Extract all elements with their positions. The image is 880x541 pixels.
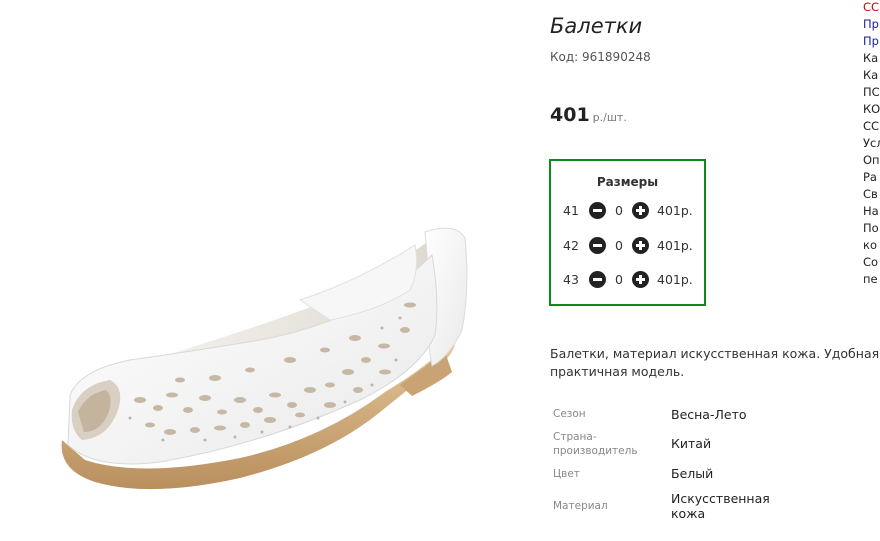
product-price: 401 р./шт.: [550, 104, 627, 126]
sidebar-text: Ра: [863, 170, 877, 184]
attribute-value: Китай: [671, 436, 712, 451]
product-title: Балетки: [550, 14, 643, 38]
size-row: 42 0 401р.: [551, 237, 704, 255]
shoe-image: [61, 227, 468, 490]
sidebar-text: Со: [863, 255, 879, 269]
size-label: 41: [563, 203, 579, 218]
sidebar-text: Ка: [863, 68, 879, 82]
sidebar-text: ПС: [863, 85, 880, 99]
sidebar-text: пе: [863, 272, 878, 286]
sidebar-text: По: [863, 221, 879, 235]
size-label: 42: [563, 238, 579, 253]
attribute-label: Цвет: [553, 468, 580, 480]
sidebar-text: КО: [863, 102, 880, 116]
sidebar-text: Ка: [863, 51, 879, 65]
price-value: 401: [550, 104, 590, 126]
sidebar-link[interactable]: Пр: [863, 17, 879, 31]
size-row: 41 0 401р.: [551, 202, 704, 220]
product-description: Балетки, материал искусственная кожа. Уд…: [550, 346, 880, 379]
sidebar-text: На: [863, 204, 879, 218]
size-price: 401р.: [657, 203, 693, 218]
sidebar-text: Оп: [863, 153, 880, 167]
minus-icon[interactable]: [589, 237, 606, 254]
attribute-value: Весна-Лето: [671, 407, 747, 422]
product-code: Код: 961890248: [550, 50, 651, 64]
product-photo[interactable]: [0, 0, 540, 541]
attribute-value: Искусственная кожа: [671, 491, 770, 521]
plus-icon[interactable]: [632, 202, 649, 219]
sidebar-text: Св: [863, 187, 878, 201]
attribute-value: Белый: [671, 466, 714, 481]
sidebar-link[interactable]: СС: [863, 0, 879, 14]
size-price: 401р.: [657, 238, 693, 253]
price-unit: р./шт.: [592, 111, 627, 124]
plus-icon[interactable]: [632, 237, 649, 254]
sidebar-link[interactable]: Пр: [863, 34, 879, 48]
size-price: 401р.: [657, 272, 693, 287]
sidebar-text: Усл: [863, 136, 880, 150]
size-label: 43: [563, 272, 579, 287]
minus-icon[interactable]: [589, 271, 606, 288]
attribute-label: Материал: [553, 500, 608, 512]
sizes-title: Размеры: [596, 175, 659, 189]
sizes-panel: Размеры 41 0 401р. 42 0 401р. 43 0 401р.: [549, 159, 706, 306]
sidebar-text: ко: [863, 238, 877, 252]
sidebar-text: СС: [863, 119, 880, 133]
quantity-value: 0: [615, 272, 623, 287]
minus-icon[interactable]: [589, 202, 606, 219]
plus-icon[interactable]: [632, 271, 649, 288]
quantity-value: 0: [615, 203, 623, 218]
quantity-value: 0: [615, 238, 623, 253]
attribute-label: Страна-производитель: [553, 431, 638, 457]
size-row: 43 0 401р.: [551, 271, 704, 289]
attribute-label: Сезон: [553, 408, 586, 420]
